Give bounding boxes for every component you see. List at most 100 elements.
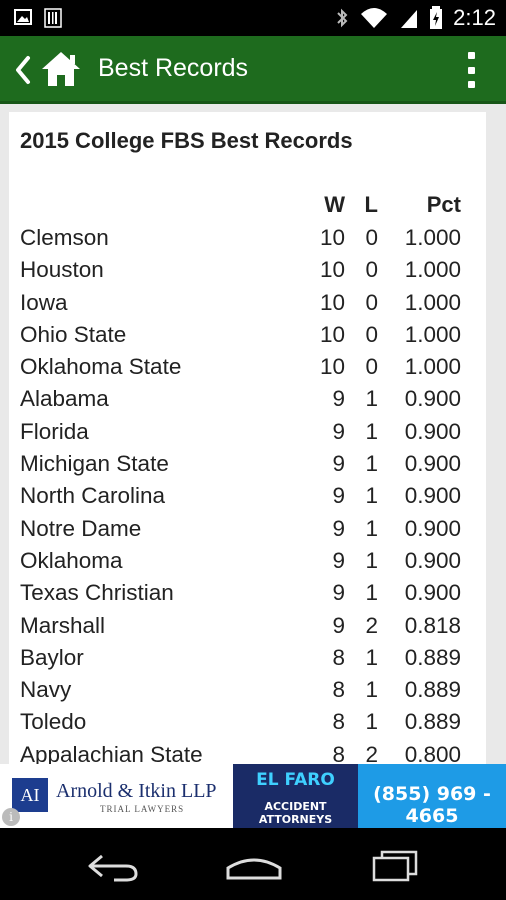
barcode-icon xyxy=(44,8,62,28)
firm-logo: AI xyxy=(12,778,48,812)
ad-phone: (855) 969 - 4665 xyxy=(373,783,491,827)
win-pct: 1.000 xyxy=(404,289,461,315)
wins: 10 xyxy=(319,289,345,315)
team-name: Iowa xyxy=(20,289,68,315)
losses: 1 xyxy=(365,386,378,412)
battery-icon xyxy=(430,6,443,29)
team-name: Ohio State xyxy=(20,321,127,347)
losses: 1 xyxy=(365,547,378,573)
team-name: Marshall xyxy=(20,612,106,638)
wins: 9 xyxy=(332,515,345,541)
page-title: 2015 College FBS Best Records xyxy=(20,128,353,153)
wins: 8 xyxy=(332,709,345,735)
table-row[interactable]: Michigan State 9 1 0.900 xyxy=(9,449,486,481)
table-row[interactable]: Iowa 10 0 1.000 xyxy=(9,288,486,320)
team-name: Michigan State xyxy=(20,451,169,477)
wifi-icon xyxy=(361,8,388,28)
losses: 0 xyxy=(365,225,378,250)
losses: 1 xyxy=(365,644,378,670)
clock: 2:12 xyxy=(453,5,496,30)
win-pct: 1.000 xyxy=(404,354,461,380)
overflow-menu-icon[interactable] xyxy=(466,52,476,88)
signal-icon xyxy=(401,10,418,28)
app-bar: Best Records xyxy=(0,36,506,104)
wins: 10 xyxy=(319,225,345,250)
wins: 9 xyxy=(332,451,345,477)
wins: 9 xyxy=(332,418,345,444)
team-name: Appalachian State xyxy=(20,741,203,764)
losses: 1 xyxy=(365,418,378,444)
table-row[interactable]: Oklahoma State 10 0 1.000 xyxy=(9,352,486,384)
losses: 1 xyxy=(365,515,378,541)
win-pct: 0.889 xyxy=(404,709,461,735)
table-row[interactable]: Navy 8 1 0.889 xyxy=(9,675,486,707)
table-row[interactable]: Baylor 8 1 0.889 xyxy=(9,643,486,675)
losses: 1 xyxy=(365,483,378,509)
ad-tagline: ACCIDENT ATTORNEYS xyxy=(258,800,333,826)
team-name: Notre Dame xyxy=(20,515,142,541)
ad-info-icon[interactable]: i xyxy=(2,808,20,826)
team-name: Baylor xyxy=(20,644,84,670)
home-nav-icon[interactable] xyxy=(224,848,284,884)
team-name: Oklahoma xyxy=(20,547,123,573)
back-icon[interactable] xyxy=(84,848,144,884)
table-row[interactable]: Alabama 9 1 0.900 xyxy=(9,384,486,416)
team-name: Clemson xyxy=(20,225,109,250)
wins: 10 xyxy=(319,321,345,347)
recent-apps-icon[interactable] xyxy=(366,848,426,884)
team-name: Florida xyxy=(20,418,89,444)
table-row[interactable]: Clemson 10 0 1.000 xyxy=(9,223,486,255)
table-row[interactable]: Toledo 8 1 0.889 xyxy=(9,707,486,739)
win-pct: 0.818 xyxy=(404,612,461,638)
header-pct: Pct xyxy=(426,192,461,217)
team-name: Oklahoma State xyxy=(20,354,182,380)
ad-brand-section[interactable]: EL FARO ACCIDENT ATTORNEYS xyxy=(233,764,358,828)
ad-phone-section[interactable]: (855) 969 - 4665 xyxy=(358,764,506,828)
losses: 0 xyxy=(365,354,378,380)
ad-firm-section[interactable]: AI Arnold & Itkin LLP TRIAL LAWYERS i xyxy=(0,764,233,828)
team-name: Navy xyxy=(20,677,72,703)
wins: 9 xyxy=(332,386,345,412)
win-pct: 0.900 xyxy=(404,418,461,444)
header-l: L xyxy=(364,192,378,217)
records-table: Clemson 10 0 1.000 Houston 10 0 1.000 Iowa 10 0 1… xyxy=(9,223,486,764)
team-name: North Carolina xyxy=(20,483,166,509)
wins: 8 xyxy=(332,741,345,764)
system-nav-bar xyxy=(0,828,506,900)
table-row[interactable]: Ohio State 10 0 1.000 xyxy=(9,320,486,352)
losses: 0 xyxy=(365,321,378,347)
table-row[interactable]: Marshall 9 2 0.818 xyxy=(9,611,486,643)
table-row[interactable]: Notre Dame 9 1 0.900 xyxy=(9,514,486,546)
table-row[interactable]: Florida 9 1 0.900 xyxy=(9,417,486,449)
ad-brand: EL FARO xyxy=(256,770,335,790)
team-name: Alabama xyxy=(20,386,109,412)
records-card: 2015 College FBS Best Records W L Pct Cl… xyxy=(9,112,486,764)
team-name: Toledo xyxy=(20,709,87,735)
losses: 1 xyxy=(365,451,378,477)
wins: 10 xyxy=(319,354,345,380)
losses: 0 xyxy=(365,289,378,315)
win-pct: 1.000 xyxy=(404,257,461,283)
win-pct: 0.889 xyxy=(404,644,461,670)
win-pct: 1.000 xyxy=(404,321,461,347)
losses: 2 xyxy=(365,741,378,764)
back-arrow-icon[interactable] xyxy=(12,54,34,86)
table-row[interactable]: Houston 10 0 1.000 xyxy=(9,255,486,287)
table-row[interactable]: Appalachian State 8 2 0.800 xyxy=(9,740,486,764)
win-pct: 0.800 xyxy=(404,741,461,764)
table-row[interactable]: Texas Christian 9 1 0.900 xyxy=(9,578,486,610)
wins: 9 xyxy=(332,580,345,606)
table-row[interactable]: North Carolina 9 1 0.900 xyxy=(9,481,486,513)
win-pct: 0.889 xyxy=(404,677,461,703)
table-row[interactable]: Oklahoma 9 1 0.900 xyxy=(9,546,486,578)
win-pct: 1.000 xyxy=(404,225,461,250)
home-icon[interactable] xyxy=(40,50,82,88)
win-pct: 0.900 xyxy=(404,386,461,412)
ad-banner[interactable]: AI Arnold & Itkin LLP TRIAL LAWYERS i EL… xyxy=(0,764,506,828)
losses: 2 xyxy=(365,612,378,638)
win-pct: 0.900 xyxy=(404,547,461,573)
status-bar: 2:12 xyxy=(0,0,506,36)
firm-subtitle: TRIAL LAWYERS xyxy=(100,804,185,814)
app-title: Best Records xyxy=(98,54,249,82)
win-pct: 0.900 xyxy=(404,515,461,541)
